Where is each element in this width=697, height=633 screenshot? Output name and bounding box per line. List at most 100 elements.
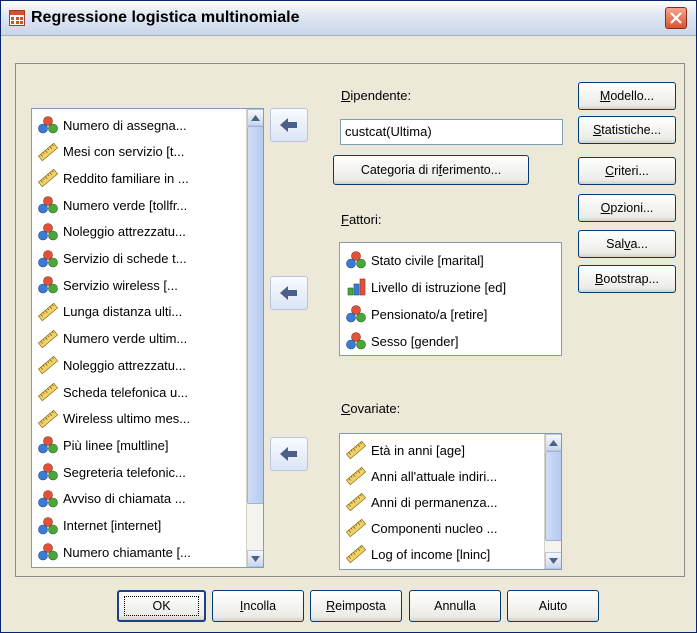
- nominal-icon: [38, 249, 58, 268]
- scale-icon: [345, 492, 367, 512]
- source-list-item[interactable]: Numero verde [tollfr...: [38, 195, 187, 215]
- source-list-item[interactable]: Lunga distanza ulti...: [37, 302, 182, 322]
- close-button[interactable]: [665, 7, 687, 29]
- reference-category-button[interactable]: Categoria di ri f erimento...: [333, 155, 529, 185]
- source-list-item[interactable]: Scheda telefonica u...: [37, 382, 188, 402]
- list-item-label: Mesi con servizio [t...: [63, 144, 185, 160]
- covariate-item[interactable]: Anni di permanenza...: [345, 492, 497, 512]
- scale-icon: [37, 356, 59, 375]
- dialog-window: Regressione logistica multinomiale Numer…: [0, 0, 697, 633]
- nominal-icon: [38, 543, 58, 561]
- covariate-item[interactable]: Log of income [lninc]: [345, 544, 491, 564]
- move-to-factors-button[interactable]: [270, 276, 308, 310]
- incolla-button[interactable]: Incolla: [212, 590, 304, 622]
- chevron-down-icon: [251, 555, 260, 562]
- scroll-down-button[interactable]: [247, 550, 263, 567]
- opzioni-button[interactable]: Opzioni...: [578, 194, 676, 222]
- list-item-label: Avviso di chiamata ...: [63, 491, 186, 507]
- source-list-item[interactable]: Servizio wireless [...: [38, 275, 178, 295]
- source-list-item[interactable]: Più linee [multline]: [38, 435, 169, 455]
- scale-icon: [37, 169, 59, 188]
- source-list-item[interactable]: Avviso di chiamata ...: [38, 489, 186, 509]
- list-item-label: Livello di istruzione [ed]: [371, 279, 507, 295]
- factors-list[interactable]: Stato civile [marital] Livello di istruzi…: [339, 242, 562, 356]
- source-list-item[interactable]: Noleggio attrezzatu...: [38, 222, 186, 242]
- source-list-scrollbar[interactable]: [246, 109, 263, 567]
- list-item-label: Componenti nucleo ...: [371, 520, 498, 536]
- nominal-icon: [38, 463, 58, 481]
- source-list-item[interactable]: Servizio di schede t...: [38, 249, 187, 269]
- source-list-item[interactable]: Numero verde ultim...: [37, 329, 187, 349]
- factors-label: Fattori:: [341, 212, 382, 227]
- arrow-left-icon: [280, 447, 297, 461]
- source-list-item[interactable]: Mesi con servizio [t...: [37, 142, 185, 162]
- source-list-item[interactable]: Reddito familiare in ...: [37, 168, 189, 188]
- nominal-icon: [346, 332, 366, 350]
- nominal-icon: [38, 276, 58, 294]
- scale-icon: [345, 518, 367, 538]
- covariates-scrollbar[interactable]: [544, 434, 561, 569]
- ordinal-icon: [346, 278, 366, 296]
- chevron-down-icon: [549, 557, 558, 564]
- title-bar[interactable]: Regressione logistica multinomiale: [1, 1, 696, 36]
- scroll-thumb[interactable]: [545, 451, 561, 541]
- bootstrap-button[interactable]: Bootstrap...: [578, 265, 676, 293]
- list-item-label: Numero chiamante [...: [63, 544, 191, 560]
- scale-icon: [345, 544, 367, 564]
- scale-icon: [37, 302, 59, 322]
- list-item-label: Reddito familiare in ...: [63, 170, 189, 186]
- covariates-list[interactable]: Età in anni [age] Anni all'attuale indiri…: [339, 433, 562, 570]
- scale-icon: [37, 382, 59, 402]
- move-to-covariates-button[interactable]: [270, 437, 308, 471]
- covariate-item[interactable]: Età in anni [age]: [345, 440, 465, 460]
- dependent-label: Dipendente:: [341, 88, 412, 103]
- scroll-down-button[interactable]: [545, 552, 561, 569]
- aiuto-button[interactable]: Aiuto: [507, 590, 599, 622]
- scroll-up-button[interactable]: [247, 109, 263, 126]
- covariate-item[interactable]: Componenti nucleo ...: [345, 518, 498, 538]
- list-item-label: Wireless ultimo mes...: [63, 411, 191, 427]
- source-list-item[interactable]: Wireless ultimo mes...: [37, 409, 191, 429]
- covariate-item[interactable]: Anni all'attuale indiri...: [345, 466, 497, 486]
- list-item-label: Log of income [lninc]: [371, 546, 491, 562]
- source-list-item[interactable]: Numero di assegna...: [38, 115, 187, 135]
- list-item-label: Stato civile [marital]: [371, 252, 484, 268]
- chevron-up-icon: [549, 439, 558, 446]
- scale-icon: [37, 409, 59, 428]
- source-variable-list[interactable]: Numero di assegna... Mesi con servizio [t…: [31, 108, 264, 568]
- app-table-icon: [9, 10, 25, 26]
- close-icon: [670, 12, 682, 24]
- covariates-label: Covariate:: [341, 401, 401, 416]
- nominal-icon: [346, 251, 366, 269]
- statistiche-button[interactable]: Statistiche...: [578, 116, 676, 144]
- factor-item[interactable]: Sesso [gender]: [346, 331, 458, 351]
- source-list-item[interactable]: Noleggio attrezzatu...: [37, 355, 186, 375]
- dependent-field[interactable]: custcat(Ultima): [340, 119, 563, 145]
- source-list-item[interactable]: Internet [internet]: [38, 516, 161, 536]
- scroll-up-button[interactable]: [545, 434, 561, 451]
- modello-button[interactable]: Modello...: [578, 82, 676, 110]
- factor-item[interactable]: Stato civile [marital]: [346, 250, 484, 270]
- ok-button[interactable]: OK: [117, 590, 206, 622]
- list-item-label: Segreteria telefonic...: [63, 464, 186, 480]
- factor-item[interactable]: Pensionato/a [retire]: [346, 304, 487, 324]
- factor-item[interactable]: Livello di istruzione [ed]: [346, 277, 506, 297]
- list-item-label: Noleggio attrezzatu...: [63, 224, 186, 240]
- criteri-button[interactable]: Criteri...: [578, 157, 676, 185]
- list-item-label: Pensionato/a [retire]: [371, 306, 488, 322]
- source-list-item[interactable]: Segreteria telefonic...: [38, 462, 186, 482]
- list-item-label: Sesso [gender]: [371, 333, 459, 349]
- reimposta-button[interactable]: Reimposta: [310, 590, 402, 622]
- arrow-left-icon: [280, 118, 297, 132]
- annulla-button[interactable]: Annulla: [409, 590, 501, 622]
- salva-button[interactable]: Sal v a...: [578, 230, 676, 258]
- list-item-label: Servizio di schede t...: [63, 251, 187, 266]
- move-to-dependent-button[interactable]: [270, 108, 308, 142]
- scroll-thumb[interactable]: [247, 126, 263, 504]
- nominal-icon: [38, 116, 58, 134]
- scale-icon: [37, 329, 59, 348]
- source-list-item[interactable]: Numero chiamante [...: [38, 542, 191, 562]
- nominal-icon: [38, 222, 58, 241]
- nominal-icon: [38, 436, 58, 454]
- nominal-icon: [38, 489, 58, 508]
